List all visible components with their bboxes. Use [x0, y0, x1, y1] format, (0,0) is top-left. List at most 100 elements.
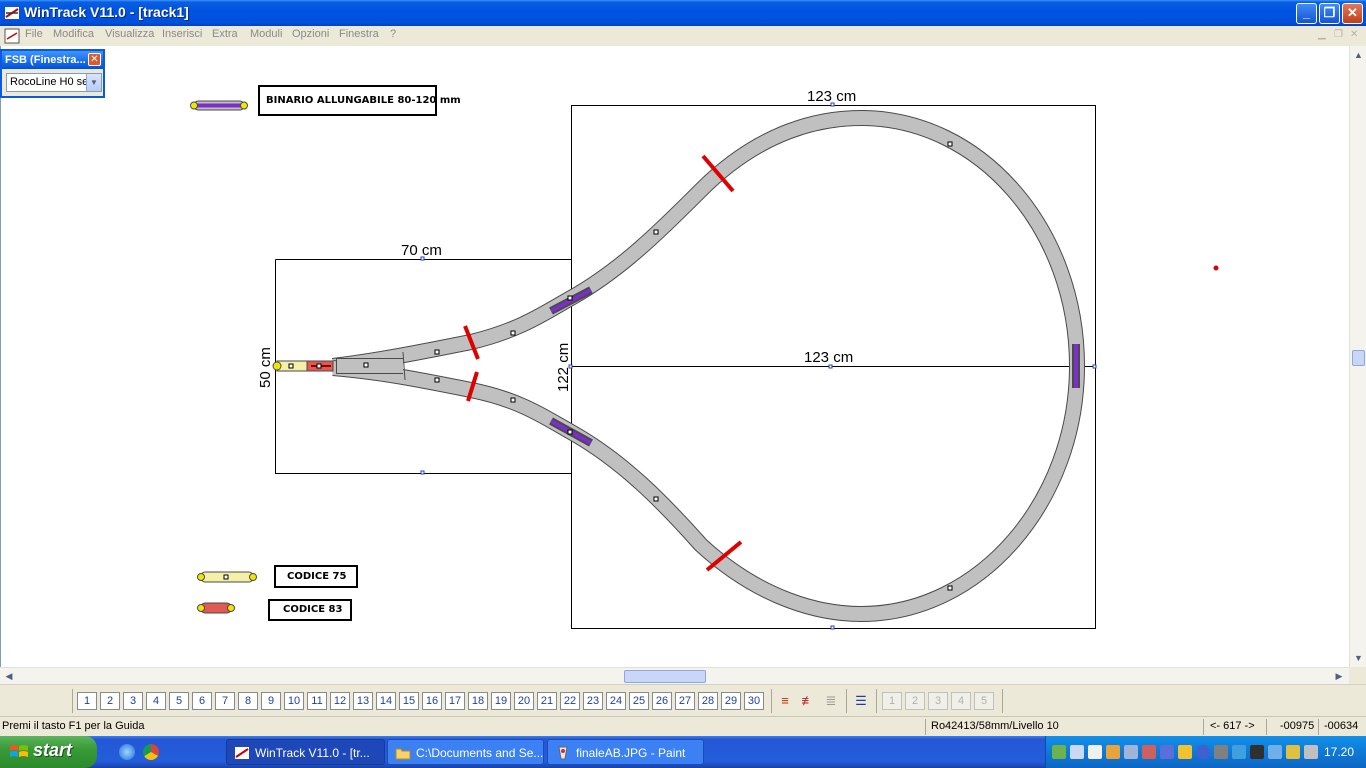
tray-chat-icon[interactable]	[1088, 745, 1102, 759]
status-divider	[1266, 719, 1267, 735]
level-button-7[interactable]: 7	[215, 692, 235, 710]
level-button-9[interactable]: 9	[261, 692, 281, 710]
level-button-15[interactable]: 15	[399, 692, 419, 710]
tray-tools-icon[interactable]	[1142, 745, 1156, 759]
vertical-scroll-thumb[interactable]	[1352, 350, 1365, 366]
wintrack-app-icon[interactable]	[4, 5, 20, 21]
level-button-16[interactable]: 16	[422, 692, 442, 710]
tray-usb-icon[interactable]	[1268, 745, 1282, 759]
restore-button[interactable]: ❐	[1319, 3, 1340, 24]
vertical-scrollbar[interactable]: ▲ ▼	[1349, 46, 1366, 667]
tray-app-icon[interactable]	[1106, 745, 1120, 759]
start-button[interactable]: start	[0, 736, 97, 768]
menu-finestra[interactable]: Finestra	[339, 28, 379, 40]
chevron-down-icon[interactable]: ▼	[86, 74, 101, 91]
tray-phone-icon[interactable]	[1304, 745, 1318, 759]
horizontal-scrollbar[interactable]: ◀ ▶	[0, 667, 1349, 684]
level-button-2[interactable]: 2	[100, 692, 120, 710]
tray-shield-icon[interactable]	[1178, 745, 1192, 759]
mdi-close-icon[interactable]: ✕	[1350, 29, 1358, 40]
level-button-10[interactable]: 10	[284, 692, 304, 710]
dim-level-button-4[interactable]: 4	[951, 692, 971, 710]
menu-bar: File Modifica Visualizza Inserisci Extra…	[0, 26, 1366, 46]
tray-printer-icon[interactable]	[1250, 745, 1264, 759]
level-button-17[interactable]: 17	[445, 692, 465, 710]
level-button-25[interactable]: 25	[629, 692, 649, 710]
dim-level-button-1[interactable]: 1	[882, 692, 902, 710]
internet-explorer-icon[interactable]	[119, 744, 135, 760]
level-button-14[interactable]: 14	[376, 692, 396, 710]
layer-stack-icon[interactable]: ☰	[851, 693, 871, 709]
menu-visualizza[interactable]: Visualizza	[105, 28, 154, 40]
title-bar[interactable]: WinTrack V11.0 - [track1] _ ❐ ✕	[0, 0, 1366, 26]
layer-hide-icon[interactable]: ≣	[821, 693, 841, 709]
menu-modifica[interactable]: Modifica	[53, 28, 94, 40]
level-button-11[interactable]: 11	[307, 692, 327, 710]
level-button-4[interactable]: 4	[146, 692, 166, 710]
dim-level-button-2[interactable]: 2	[905, 692, 925, 710]
task-explorer[interactable]: C:\Documents and Se...	[387, 739, 544, 765]
level-button-19[interactable]: 19	[491, 692, 511, 710]
level-button-29[interactable]: 29	[721, 692, 741, 710]
level-button-28[interactable]: 28	[698, 692, 718, 710]
level-button-8[interactable]: 8	[238, 692, 258, 710]
menu-file[interactable]: File	[25, 28, 43, 40]
layers-icon[interactable]: ≡	[775, 693, 795, 709]
level-button-23[interactable]: 23	[583, 692, 603, 710]
chrome-icon[interactable]	[143, 744, 159, 760]
clock[interactable]: 17.20	[1324, 745, 1354, 759]
tray-network-icon[interactable]	[1052, 745, 1066, 759]
fsb-panel[interactable]: FSB (Finestra... ✕ RocoLine H0 se ▼	[0, 49, 105, 98]
task-paint[interactable]: finaleAB.JPG - Paint	[547, 739, 704, 765]
document-icon[interactable]	[4, 28, 20, 44]
tray-security-icon[interactable]	[1232, 745, 1246, 759]
level-button-26[interactable]: 26	[652, 692, 672, 710]
dim-level-button-5[interactable]: 5	[974, 692, 994, 710]
toolbar-separator	[846, 689, 847, 713]
dim-level-button-3[interactable]: 3	[928, 692, 948, 710]
level-button-5[interactable]: 5	[169, 692, 189, 710]
tray-display-icon[interactable]	[1070, 745, 1084, 759]
status-x-coord: -00975	[1280, 720, 1315, 732]
tray-monitor-icon[interactable]	[1214, 745, 1228, 759]
level-button-22[interactable]: 22	[560, 692, 580, 710]
level-button-1[interactable]: 1	[77, 692, 97, 710]
menu-inserisci[interactable]: Inserisci	[162, 28, 202, 40]
scroll-up-icon[interactable]: ▲	[1353, 49, 1364, 61]
level-button-3[interactable]: 3	[123, 692, 143, 710]
mdi-restore-icon[interactable]: ❐	[1334, 29, 1343, 40]
track-layout-drawing[interactable]: 123 cm 123 cm 70 cm 50 cm 122 cm	[1, 46, 1349, 667]
mdi-minimize-icon[interactable]: ▁	[1318, 29, 1326, 40]
menu-extra[interactable]: Extra	[212, 28, 238, 40]
task-wintrack-label: WinTrack V11.0 - [tr...	[255, 746, 370, 760]
task-wintrack[interactable]: WinTrack V11.0 - [tr...	[226, 739, 385, 765]
tray-volume-icon[interactable]	[1286, 745, 1300, 759]
minimize-button[interactable]: _	[1296, 3, 1317, 24]
level-button-20[interactable]: 20	[514, 692, 534, 710]
track-canvas[interactable]: 123 cm 123 cm 70 cm 50 cm 122 cm BINARIO…	[0, 46, 1349, 667]
level-button-24[interactable]: 24	[606, 692, 626, 710]
tray-bluetooth-icon[interactable]	[1196, 745, 1210, 759]
level-button-21[interactable]: 21	[537, 692, 557, 710]
menu-opzioni[interactable]: Opzioni	[292, 28, 329, 40]
fsb-close-icon[interactable]: ✕	[88, 53, 101, 66]
level-button-18[interactable]: 18	[468, 692, 488, 710]
tray-settings-icon[interactable]	[1124, 745, 1138, 759]
level-button-12[interactable]: 12	[330, 692, 350, 710]
scroll-left-icon[interactable]: ◀	[3, 671, 15, 682]
layer-edit-icon[interactable]: ≢	[798, 693, 818, 709]
scroll-right-icon[interactable]: ▶	[1333, 671, 1345, 682]
level-button-13[interactable]: 13	[353, 692, 373, 710]
level-button-6[interactable]: 6	[192, 692, 212, 710]
level-button-27[interactable]: 27	[675, 692, 695, 710]
menu-moduli[interactable]: Moduli	[250, 28, 282, 40]
scroll-down-icon[interactable]: ▼	[1353, 652, 1364, 664]
horizontal-scroll-thumb[interactable]	[624, 670, 706, 683]
menu-help[interactable]: ?	[390, 28, 396, 40]
close-button[interactable]: ✕	[1342, 3, 1363, 24]
toolbar-separator	[771, 689, 772, 713]
tray-device-icon[interactable]	[1160, 745, 1174, 759]
track-system-select[interactable]: RocoLine H0 se ▼	[6, 73, 102, 92]
level-button-30[interactable]: 30	[744, 692, 764, 710]
entry-track-pieces[interactable]	[272, 360, 334, 372]
